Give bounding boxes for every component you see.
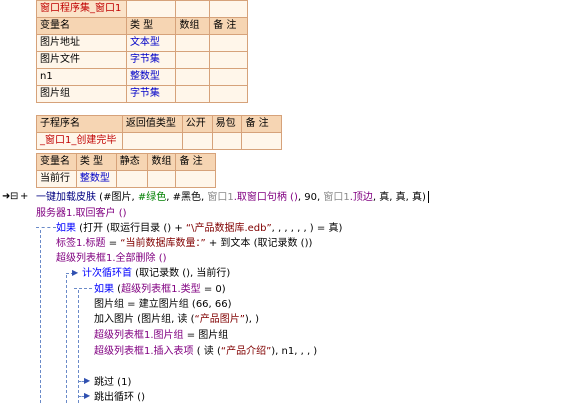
code-line[interactable]: 如果 (打开 (取运行目录 () + “\产品数据库.edb”, , , , ,…	[56, 221, 342, 236]
subroutine-table: 子程序名 返回值类型 公开 易包 备 注 _窗口1_创建完毕	[36, 115, 282, 150]
code-line[interactable]: 加入图片 (图片组, 读 (“产品图片”), )	[94, 312, 259, 327]
var-name[interactable]: 图片组	[36, 85, 127, 103]
col-public: 公开	[181, 115, 213, 133]
code-line[interactable]: 如果 (超级列表框1.类型 = 0)	[94, 282, 226, 297]
col-var-name: 变量名	[36, 153, 77, 171]
col-static: 静态	[115, 153, 149, 171]
collapse-marker-icon[interactable]: ⊟	[10, 191, 18, 202]
col-sub-name: 子程序名	[36, 115, 123, 133]
assembly-title[interactable]: 窗口程序集_窗口1	[36, 0, 127, 18]
var-name[interactable]: 图片地址	[36, 34, 127, 52]
col-easy-pkg: 易包	[211, 115, 243, 133]
skip-arrow-icon: ▶	[84, 376, 91, 385]
sub-name[interactable]: _窗口1_创建完毕	[36, 132, 123, 150]
table-row[interactable]: 图片组 字节集	[36, 85, 248, 103]
table-row[interactable]: _窗口1_创建完毕	[36, 132, 282, 150]
window-var-table: 窗口程序集_窗口1 变量名 类 型 数组 备 注 图片地址 文本型 图片文件 字…	[36, 0, 248, 103]
text-caret	[427, 191, 429, 203]
code-line[interactable]: 计次循环首 (取记录数 (), 当前行)	[82, 266, 230, 281]
code-line[interactable]: 超级列表框1.图片组 = 图片组	[94, 328, 228, 343]
var-type[interactable]: 整数型	[75, 170, 117, 188]
code-line[interactable]: 跳过 (1)	[94, 375, 131, 390]
col-array: 数组	[175, 17, 211, 35]
flow-guide-inner-if	[78, 290, 79, 403]
code-line[interactable]: 标签1.标题 = “当前数据库数量：” + 到文本 (取记录数 ())	[56, 236, 312, 251]
code-line[interactable]: 超级列表框1.插入表项 ( 读 (“产品介绍”), n1, , , )	[94, 344, 317, 359]
code-line[interactable]: 服务器1.取回客户 ()	[36, 206, 127, 221]
break-arrow-icon: ▶	[84, 391, 91, 400]
var-name[interactable]: n1	[36, 68, 127, 86]
var-type[interactable]: 字节集	[125, 85, 177, 103]
var-type[interactable]: 字节集	[125, 51, 177, 69]
col-array: 数组	[147, 153, 177, 171]
col-note: 备 注	[175, 153, 216, 171]
code-line[interactable]: 一键加载皮肤 (#图片, #绿色, #黑色, 窗口1.取窗口句柄 (), 90,…	[36, 190, 429, 205]
var-name[interactable]: 图片文件	[36, 51, 127, 69]
col-type: 类 型	[125, 17, 177, 35]
table-row[interactable]: n1 整数型	[36, 68, 248, 86]
code-line[interactable]: 图片组 = 建立图片组 (66, 66)	[94, 297, 232, 312]
table-row[interactable]: 当前行 整数型	[36, 170, 216, 188]
code-line[interactable]: 超级列表框1.全部删除 ()	[56, 251, 167, 266]
table-row[interactable]: 图片文件 字节集	[36, 51, 248, 69]
var-type[interactable]: 文本型	[125, 34, 177, 52]
flow-guide-inner-if-head	[74, 288, 92, 289]
var-type[interactable]: 整数型	[125, 68, 177, 86]
flow-guide-loop	[66, 275, 67, 403]
var-name[interactable]: 当前行	[36, 170, 77, 188]
col-sub-note: 备 注	[241, 115, 282, 133]
table-row[interactable]: 图片地址 文本型	[36, 34, 248, 52]
local-var-table: 变量名 类 型 静态 数组 备 注 当前行 整数型	[36, 153, 216, 188]
col-return-type: 返回值类型	[121, 115, 183, 133]
flow-guide-if-head	[36, 227, 56, 228]
col-note: 备 注	[209, 17, 248, 35]
loop-arrow-icon: ▶	[72, 268, 79, 277]
flow-guide-if	[40, 230, 41, 403]
col-var-name: 变量名	[36, 17, 127, 35]
expand-plus-icon[interactable]: +	[20, 191, 28, 202]
col-type: 类 型	[75, 153, 117, 171]
